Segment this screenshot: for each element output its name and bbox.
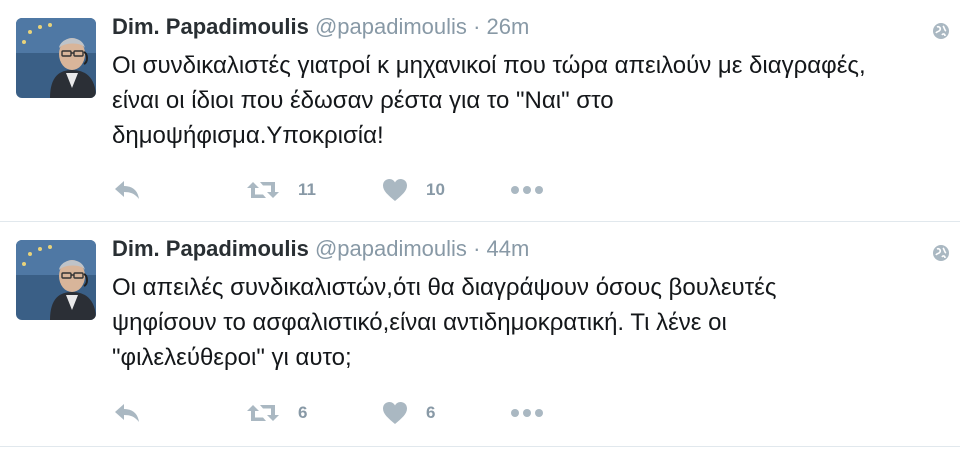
- retweet-icon: [247, 182, 279, 198]
- tweet-header: Dim. Papadimoulis @papadimoulis · 44m: [112, 235, 529, 263]
- like-button[interactable]: 6: [382, 398, 435, 428]
- retweet-count: 6: [298, 403, 308, 422]
- username[interactable]: @papadimoulis: [315, 14, 467, 39]
- display-name[interactable]: Dim. Papadimoulis: [112, 14, 309, 39]
- avatar-photo: [16, 240, 96, 320]
- reply-icon: [115, 181, 139, 199]
- like-count: 6: [426, 403, 436, 422]
- separator: ·: [473, 236, 481, 261]
- like-count: 10: [426, 180, 445, 199]
- retweet-button[interactable]: 11: [246, 175, 316, 205]
- avatar-photo: [16, 18, 96, 98]
- more-button[interactable]: [510, 175, 544, 205]
- tweet-header: Dim. Papadimoulis @papadimoulis · 26m: [112, 13, 529, 41]
- retweet-icon: [247, 405, 279, 421]
- heart-icon: [383, 179, 407, 201]
- retweet-button[interactable]: 6: [246, 398, 307, 428]
- tweet-text: Οι συνδικαλιστές γιατροί κ μηχανικοί που…: [112, 52, 866, 149]
- tweet: Dim. Papadimoulis @papadimoulis · 26m Οι…: [0, 0, 960, 222]
- tweet-actions: 6 6: [112, 398, 552, 428]
- username[interactable]: @papadimoulis: [315, 236, 467, 261]
- more-icon: [511, 186, 543, 194]
- like-button[interactable]: 10: [382, 175, 445, 205]
- globe-icon: [933, 23, 949, 39]
- tweet-actions: 11 10: [112, 175, 552, 205]
- reply-button[interactable]: [112, 175, 142, 205]
- globe-icon: [933, 245, 949, 261]
- avatar[interactable]: [16, 18, 96, 98]
- display-name[interactable]: Dim. Papadimoulis: [112, 236, 309, 261]
- tweet: Dim. Papadimoulis @papadimoulis · 44m Οι…: [0, 222, 960, 447]
- retweet-count: 11: [298, 180, 316, 199]
- tweet-text: Οι απειλές συνδικαλιστών,ότι θα διαγράψο…: [112, 274, 777, 371]
- heart-icon: [383, 402, 407, 424]
- more-button[interactable]: [510, 398, 544, 428]
- reply-button[interactable]: [112, 398, 142, 428]
- timestamp[interactable]: 44m: [487, 236, 530, 261]
- avatar[interactable]: [16, 240, 96, 320]
- more-icon: [511, 409, 543, 417]
- timestamp[interactable]: 26m: [487, 14, 530, 39]
- separator: ·: [473, 14, 481, 39]
- reply-icon: [115, 404, 139, 422]
